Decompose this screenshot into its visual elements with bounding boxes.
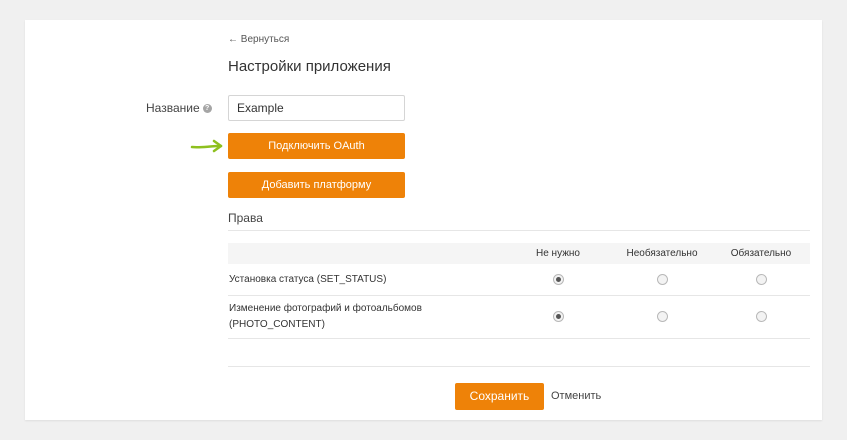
permission-name: Изменение фотографий и фотоальбомов (PHO… xyxy=(228,295,504,339)
radio-required[interactable] xyxy=(755,273,767,285)
connect-oauth-button[interactable]: Подключить OAuth xyxy=(228,133,405,159)
radio-required[interactable] xyxy=(755,311,767,323)
settings-card xyxy=(25,20,822,420)
radio-not-needed[interactable] xyxy=(552,273,564,285)
name-label-text: Название xyxy=(146,101,200,115)
column-header-required: Обязательно xyxy=(730,248,792,259)
back-link[interactable]: ← Вернуться xyxy=(228,34,289,45)
page-title: Настройки приложения xyxy=(228,58,391,75)
help-icon[interactable]: ? xyxy=(202,104,212,114)
radio-optional[interactable] xyxy=(656,273,668,285)
app-name-input[interactable] xyxy=(228,95,405,121)
save-button[interactable]: Сохранить xyxy=(455,383,544,410)
table-header-row: Не нужно Необязательно Обязательно xyxy=(228,243,810,264)
add-platform-button[interactable]: Добавить платформу xyxy=(228,172,405,198)
rights-section-label: Права xyxy=(228,211,263,225)
radio-not-needed[interactable] xyxy=(552,311,564,323)
permission-name: Установка статуса (SET_STATUS) xyxy=(228,264,504,296)
column-header-optional: Необязательно xyxy=(626,248,698,259)
table-row: Установка статуса (SET_STATUS) xyxy=(228,264,810,296)
section-divider xyxy=(228,230,810,231)
footer-divider xyxy=(228,366,810,367)
name-label: Название? xyxy=(146,101,212,115)
column-header-permission xyxy=(228,243,504,264)
cancel-link[interactable]: Отменить xyxy=(551,390,601,402)
table-row: Изменение фотографий и фотоальбомов (PHO… xyxy=(228,295,810,339)
column-header-not-needed: Не нужно xyxy=(536,248,580,259)
green-arrow-icon xyxy=(190,139,223,153)
permissions-table: Не нужно Необязательно Обязательно Устан… xyxy=(228,243,810,339)
radio-optional[interactable] xyxy=(656,311,668,323)
